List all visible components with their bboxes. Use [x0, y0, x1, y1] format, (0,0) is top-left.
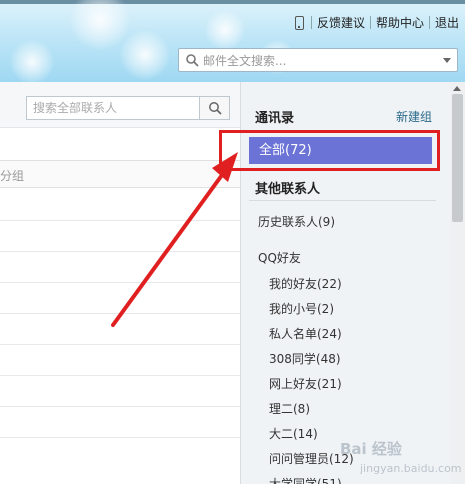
top-strip	[0, 0, 465, 4]
sidebar-group-item[interactable]: 我的小号(2)	[269, 300, 334, 317]
sidebar-group-item[interactable]: 大学同学(51)	[269, 475, 342, 484]
sidebar-group-item[interactable]: 大二(14)	[269, 425, 318, 442]
sidebar-item-qq-friends[interactable]: QQ好友	[258, 249, 301, 266]
contact-toolbar: 搜索全部联系人	[0, 82, 240, 128]
row-divider	[0, 282, 240, 283]
row-divider	[0, 251, 240, 252]
sidebar-group-item[interactable]: 私人名单(24)	[269, 325, 342, 342]
top-nav: 反馈建议 帮助中心 退出	[294, 14, 459, 31]
other-contacts-title: 其他联系人	[255, 182, 321, 197]
row-divider	[0, 375, 240, 376]
scroll-up-arrow-icon[interactable]	[453, 86, 461, 91]
sidebar-group-item[interactable]: 我的好友(22)	[269, 275, 342, 292]
logout-link[interactable]: 退出	[435, 14, 459, 31]
row-divider	[0, 437, 240, 438]
sidebar-group-item[interactable]: 问问管理员(12)	[269, 450, 354, 467]
scroll-thumb[interactable]	[452, 94, 463, 222]
sidebar-item-history[interactable]: 历史联系人(9)	[258, 213, 335, 230]
row-divider	[0, 220, 240, 221]
row-divider	[0, 344, 240, 345]
address-book-title: 通讯录	[255, 111, 295, 126]
sidebar-group-item[interactable]: 理二(8)	[269, 400, 310, 417]
sidebar-group-item[interactable]: 308同学(48)	[269, 350, 341, 367]
header-banner: 反馈建议 帮助中心 退出 邮件全文搜索...	[0, 0, 465, 82]
row-divider	[0, 406, 240, 407]
contact-search-input[interactable]: 搜索全部联系人	[26, 96, 230, 120]
search-icon	[186, 54, 199, 67]
annotation-highlight-box	[219, 130, 440, 171]
sidebar-group-item[interactable]: 网上好友(21)	[269, 375, 342, 392]
contact-search-placeholder: 搜索全部联系人	[33, 101, 118, 115]
column-header: 分组	[0, 160, 240, 188]
help-link[interactable]: 帮助中心	[376, 14, 424, 31]
contact-list-pane: 搜索全部联系人 分组	[0, 82, 240, 484]
feedback-link[interactable]: 反馈建议	[317, 14, 365, 31]
mail-search-placeholder: 邮件全文搜索...	[203, 53, 287, 68]
phone-icon[interactable]	[294, 15, 304, 30]
column-header-group: 分组	[0, 169, 25, 183]
contact-search-button[interactable]	[199, 97, 229, 119]
row-divider	[0, 313, 240, 314]
chevron-down-icon[interactable]	[443, 57, 451, 63]
new-group-link[interactable]: 新建组	[396, 108, 432, 125]
mail-search-input[interactable]: 邮件全文搜索...	[178, 48, 458, 72]
scrollbar[interactable]	[450, 82, 465, 484]
divider	[249, 200, 436, 201]
search-icon	[208, 102, 222, 115]
